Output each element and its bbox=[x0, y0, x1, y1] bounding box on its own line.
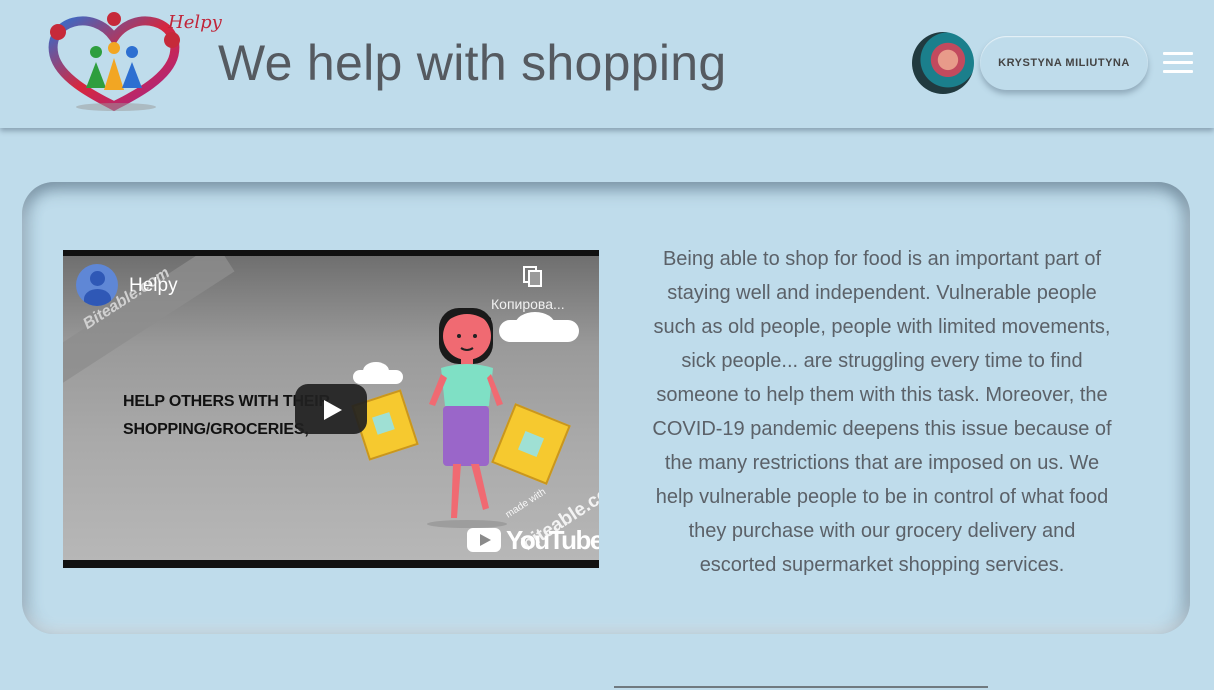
video-thumbnail[interactable]: Biteable.com Helpy Копирова... HELP OTHE… bbox=[63, 256, 599, 560]
woman-illustration bbox=[427, 308, 507, 528]
video-title[interactable]: Helpy bbox=[129, 275, 178, 297]
avatar[interactable] bbox=[912, 32, 974, 94]
copy-link-icon[interactable] bbox=[523, 266, 543, 288]
cloud-shape bbox=[363, 362, 389, 380]
helpy-logo[interactable]: Helpy bbox=[44, 10, 222, 114]
hamburger-menu-icon[interactable] bbox=[1163, 52, 1193, 74]
youtube-play-icon bbox=[467, 528, 501, 552]
divider bbox=[614, 686, 988, 688]
channel-avatar-icon[interactable] bbox=[76, 264, 118, 306]
play-button[interactable] bbox=[295, 384, 367, 434]
cloud-shape bbox=[515, 312, 555, 338]
page-title: We help with shopping bbox=[218, 35, 727, 91]
site-header: Helpy We help with shopping KRYSTYNA MIL… bbox=[0, 0, 1214, 128]
youtube-label: YouTube bbox=[506, 525, 599, 555]
youtube-video-embed[interactable]: Biteable.com Helpy Копирова... HELP OTHE… bbox=[63, 250, 599, 568]
logo-wordmark: Helpy bbox=[168, 12, 222, 33]
description-text: Being able to shop for food is an import… bbox=[652, 248, 1112, 576]
youtube-logo[interactable]: YouTube bbox=[467, 525, 599, 556]
user-name-button[interactable]: KRYSTYNA MILIUTYNA bbox=[980, 36, 1148, 90]
